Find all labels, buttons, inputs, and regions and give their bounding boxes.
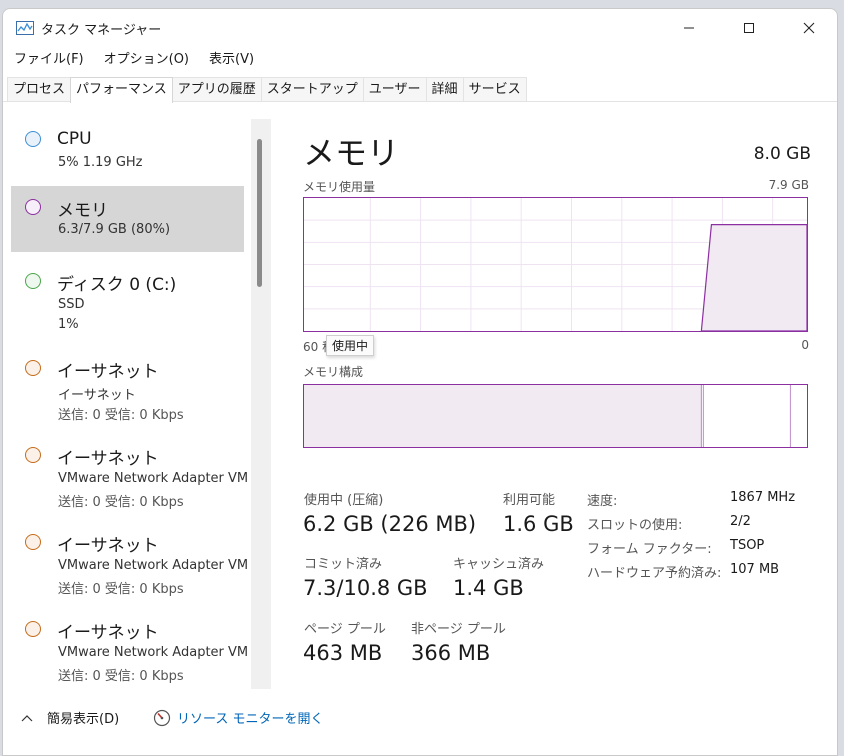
sidebar-item-title: イーサネット bbox=[57, 449, 159, 469]
committed-value: 7.3/10.8 GB bbox=[303, 576, 428, 600]
sidebar-item-title: イーサネット bbox=[57, 536, 159, 556]
graph-tooltip: 使用中 bbox=[326, 335, 375, 356]
task-manager-app-icon bbox=[16, 21, 34, 35]
ethernet-indicator-icon bbox=[25, 621, 41, 637]
usage-area bbox=[700, 224, 807, 331]
memory-detail-panel: メモリ 8.0 GB メモリ使用量 7.9 GB 60 秒 0 使用中 メモリ構… bbox=[273, 102, 837, 702]
ethernet-indicator-icon bbox=[25, 534, 41, 550]
sidebar-item-detail: 送信: 0 受信: 0 Kbps bbox=[58, 582, 184, 597]
spec-label: 速度: bbox=[587, 494, 618, 509]
composition-label: メモリ構成 bbox=[303, 365, 364, 379]
available-value: 1.6 GB bbox=[503, 512, 574, 536]
in-use-label: 使用中 (圧縮) bbox=[304, 493, 384, 508]
maximize-icon bbox=[744, 23, 754, 33]
sidebar-item-detail: SSD bbox=[58, 297, 85, 312]
nonpaged-pool-label: 非ページ プール bbox=[411, 622, 506, 637]
menu-file[interactable]: ファイル(F) bbox=[3, 49, 93, 71]
tab-services[interactable]: サービス bbox=[462, 77, 527, 102]
memory-total: 8.0 GB bbox=[753, 144, 811, 164]
spec-value: 1867 MHz bbox=[730, 490, 796, 505]
sidebar-item-title: ディスク 0 (C:) bbox=[57, 275, 177, 295]
sidebar-item-detail: VMware Network Adapter VM bbox=[58, 558, 249, 573]
fewer-details-label: 簡易表示(D) bbox=[47, 712, 120, 727]
usage-graph-max: 7.9 GB bbox=[768, 178, 809, 192]
spec-value: 107 MB bbox=[730, 562, 780, 577]
maximize-button[interactable] bbox=[719, 9, 779, 47]
sidebar-item-ethernet[interactable]: イーサネット VMware Network Adapter VM 送信: 0 受… bbox=[11, 607, 248, 687]
spec-value: TSOP bbox=[730, 538, 765, 553]
sidebar-item-detail: VMware Network Adapter VM bbox=[58, 645, 249, 660]
tab-strip: プロセス パフォーマンス アプリの履歴 スタートアップ ユーザー 詳細 サービス bbox=[7, 77, 527, 103]
resource-monitor-label: リソース モニターを開く bbox=[177, 712, 324, 727]
window-title: タスク マネージャー bbox=[41, 23, 162, 38]
resource-monitor-icon bbox=[153, 709, 171, 726]
sidebar-item-title: イーサネット bbox=[57, 362, 159, 382]
page-title: メモリ bbox=[303, 134, 400, 172]
ethernet-indicator-icon bbox=[25, 447, 41, 463]
committed-label: コミット済み bbox=[304, 557, 383, 572]
footer-bar: 簡易表示(D) リソース モニターを開く bbox=[3, 705, 837, 737]
sidebar-item-ethernet[interactable]: イーサネット VMware Network Adapter VM 送信: 0 受… bbox=[11, 433, 248, 513]
cached-value: 1.4 GB bbox=[453, 576, 524, 600]
spec-label: フォーム ファクター: bbox=[587, 542, 712, 557]
sidebar-item-title: メモリ bbox=[57, 201, 108, 221]
sidebar-item-title: CPU bbox=[57, 129, 92, 149]
minimize-icon bbox=[684, 27, 694, 29]
sidebar-item-ethernet[interactable]: イーサネット イーサネット 送信: 0 受信: 0 Kbps bbox=[11, 346, 244, 426]
fewer-details-button[interactable]: 簡易表示(D) bbox=[21, 708, 119, 727]
composition-in-use bbox=[304, 385, 702, 447]
tab-app-history[interactable]: アプリの履歴 bbox=[171, 77, 262, 102]
sidebar-item-detail: 6.3/7.9 GB (80%) bbox=[58, 222, 171, 237]
sidebar-item-detail: イーサネット bbox=[58, 388, 136, 403]
sidebar-item-detail: 5% 1.19 GHz bbox=[58, 155, 143, 170]
sidebar-item-detail: VMware Network Adapter VM bbox=[58, 471, 249, 486]
scrollbar-thumb[interactable] bbox=[257, 139, 262, 287]
time-axis-right: 0 bbox=[801, 338, 809, 352]
performance-sidebar: CPU 5% 1.19 GHz メモリ 6.3/7.9 GB (80%) ディス… bbox=[11, 119, 249, 689]
sidebar-item-detail: 1% bbox=[58, 317, 79, 332]
task-manager-window: タスク マネージャー ファイル(F) オプション(O) 表示(V) プロセス パ… bbox=[2, 8, 838, 756]
memory-composition-bar[interactable] bbox=[303, 384, 808, 448]
usage-graph-label: メモリ使用量 bbox=[303, 180, 376, 194]
usage-graph-svg bbox=[304, 198, 807, 331]
sidebar-item-memory[interactable]: メモリ 6.3/7.9 GB (80%) bbox=[11, 186, 244, 252]
paged-pool-value: 463 MB bbox=[303, 641, 383, 665]
memory-usage-graph[interactable] bbox=[303, 197, 808, 332]
paged-pool-label: ページ プール bbox=[304, 622, 386, 637]
close-button[interactable] bbox=[779, 9, 837, 47]
sidebar-item-detail: 送信: 0 受信: 0 Kbps bbox=[58, 408, 184, 423]
chevron-up-icon bbox=[21, 714, 33, 721]
minimize-button[interactable] bbox=[659, 9, 719, 47]
cached-label: キャッシュ済み bbox=[453, 557, 545, 572]
composition-svg bbox=[304, 385, 791, 447]
tab-performance[interactable]: パフォーマンス bbox=[70, 77, 173, 103]
sidebar-item-detail: 送信: 0 受信: 0 Kbps bbox=[58, 669, 184, 684]
menu-view[interactable]: 表示(V) bbox=[198, 49, 263, 71]
spec-label: ハードウェア予約済み: bbox=[587, 566, 722, 581]
sidebar-item-ethernet[interactable]: イーサネット VMware Network Adapter VM 送信: 0 受… bbox=[11, 520, 248, 600]
sidebar-item-detail: 送信: 0 受信: 0 Kbps bbox=[58, 495, 184, 510]
resource-monitor-link[interactable]: リソース モニターを開く bbox=[153, 708, 323, 727]
ethernet-indicator-icon bbox=[25, 360, 41, 376]
spec-value: 2/2 bbox=[730, 514, 751, 529]
sidebar-scrollbar[interactable] bbox=[251, 119, 271, 689]
disk-indicator-icon bbox=[25, 273, 41, 289]
tab-processes[interactable]: プロセス bbox=[7, 77, 72, 102]
tab-details[interactable]: 詳細 bbox=[425, 77, 464, 102]
available-label: 利用可能 bbox=[503, 493, 556, 508]
in-use-value: 6.2 GB (226 MB) bbox=[303, 512, 477, 536]
title-bar: タスク マネージャー bbox=[3, 9, 837, 47]
cpu-indicator-icon bbox=[25, 131, 41, 147]
nonpaged-pool-value: 366 MB bbox=[411, 641, 491, 665]
tab-users[interactable]: ユーザー bbox=[362, 77, 427, 102]
memory-indicator-icon bbox=[25, 199, 41, 215]
sidebar-item-cpu[interactable]: CPU 5% 1.19 GHz bbox=[11, 119, 244, 183]
spec-label: スロットの使用: bbox=[587, 518, 683, 533]
sidebar-item-title: イーサネット bbox=[57, 623, 159, 643]
sidebar-item-disk[interactable]: ディスク 0 (C:) SSD 1% bbox=[11, 259, 244, 339]
tab-startup[interactable]: スタートアップ bbox=[260, 77, 364, 102]
close-icon bbox=[803, 22, 815, 34]
menu-bar: ファイル(F) オプション(O) 表示(V) bbox=[3, 49, 263, 71]
menu-options[interactable]: オプション(O) bbox=[93, 49, 198, 71]
